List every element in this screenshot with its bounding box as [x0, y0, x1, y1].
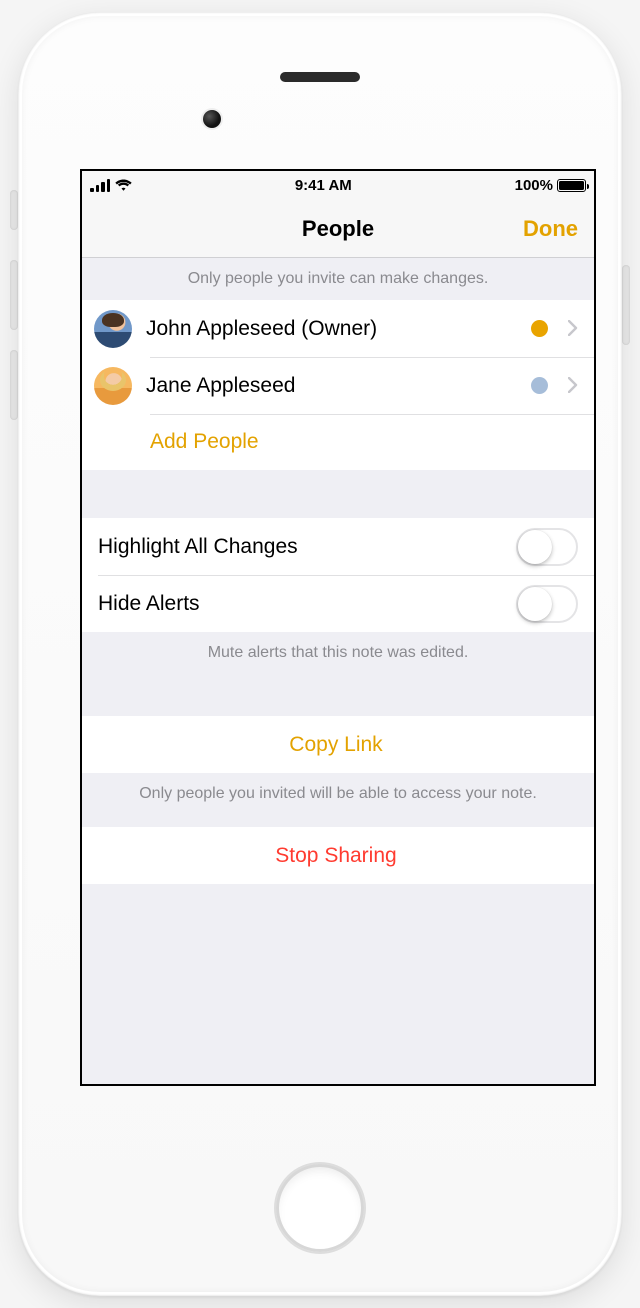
nav-bar: People Done — [82, 200, 594, 258]
copy-link-label: Copy Link — [289, 733, 382, 757]
done-button[interactable]: Done — [523, 216, 578, 242]
person-row-invitee[interactable]: Jane Appleseed — [82, 357, 594, 414]
people-section-header: Only people you invite can make changes. — [82, 258, 594, 300]
copy-link-footer: Only people you invited will be able to … — [82, 773, 594, 827]
status-time: 9:41 AM — [295, 177, 352, 194]
add-people-button[interactable]: Add People — [82, 414, 594, 470]
nav-title: People — [302, 216, 374, 242]
status-dot-owner — [531, 320, 548, 337]
hide-alerts-row: Hide Alerts — [82, 575, 594, 632]
mute-switch — [10, 190, 18, 230]
stop-sharing-list: Stop Sharing — [82, 827, 594, 884]
highlight-changes-row: Highlight All Changes — [82, 518, 594, 575]
avatar — [94, 310, 132, 348]
copy-link-list: Copy Link — [82, 716, 594, 773]
home-button[interactable] — [276, 1164, 364, 1252]
person-row-owner[interactable]: John Appleseed (Owner) — [82, 300, 594, 357]
hide-alerts-label: Hide Alerts — [98, 592, 502, 616]
highlight-changes-label: Highlight All Changes — [98, 535, 502, 559]
stop-sharing-label: Stop Sharing — [275, 844, 396, 868]
phone-speaker — [280, 72, 360, 82]
battery-icon — [557, 179, 586, 192]
people-list: John Appleseed (Owner) Jane Appleseed Ad… — [82, 300, 594, 470]
volume-up-button — [10, 260, 18, 330]
battery-percent: 100% — [515, 177, 553, 194]
person-name: John Appleseed (Owner) — [146, 317, 517, 341]
hide-alerts-toggle[interactable] — [516, 585, 578, 623]
cellular-signal-icon — [90, 179, 110, 192]
volume-down-button — [10, 350, 18, 420]
screen: 9:41 AM 100% People Done Only people you… — [80, 169, 596, 1086]
avatar — [94, 367, 132, 405]
highlight-changes-toggle[interactable] — [516, 528, 578, 566]
status-dot-invitee — [531, 377, 548, 394]
front-camera — [203, 110, 221, 128]
chevron-right-icon — [568, 316, 578, 342]
stop-sharing-button[interactable]: Stop Sharing — [82, 827, 594, 884]
add-people-label: Add People — [150, 430, 259, 454]
chevron-right-icon — [568, 373, 578, 399]
section-gap — [82, 470, 594, 518]
toggles-footer: Mute alerts that this note was edited. — [82, 632, 594, 716]
copy-link-button[interactable]: Copy Link — [82, 716, 594, 773]
status-bar: 9:41 AM 100% — [82, 171, 594, 200]
person-name: Jane Appleseed — [146, 374, 517, 398]
power-button — [622, 265, 630, 345]
phone-frame: 9:41 AM 100% People Done Only people you… — [18, 12, 622, 1296]
wifi-icon — [115, 179, 132, 192]
toggles-list: Highlight All Changes Hide Alerts — [82, 518, 594, 632]
